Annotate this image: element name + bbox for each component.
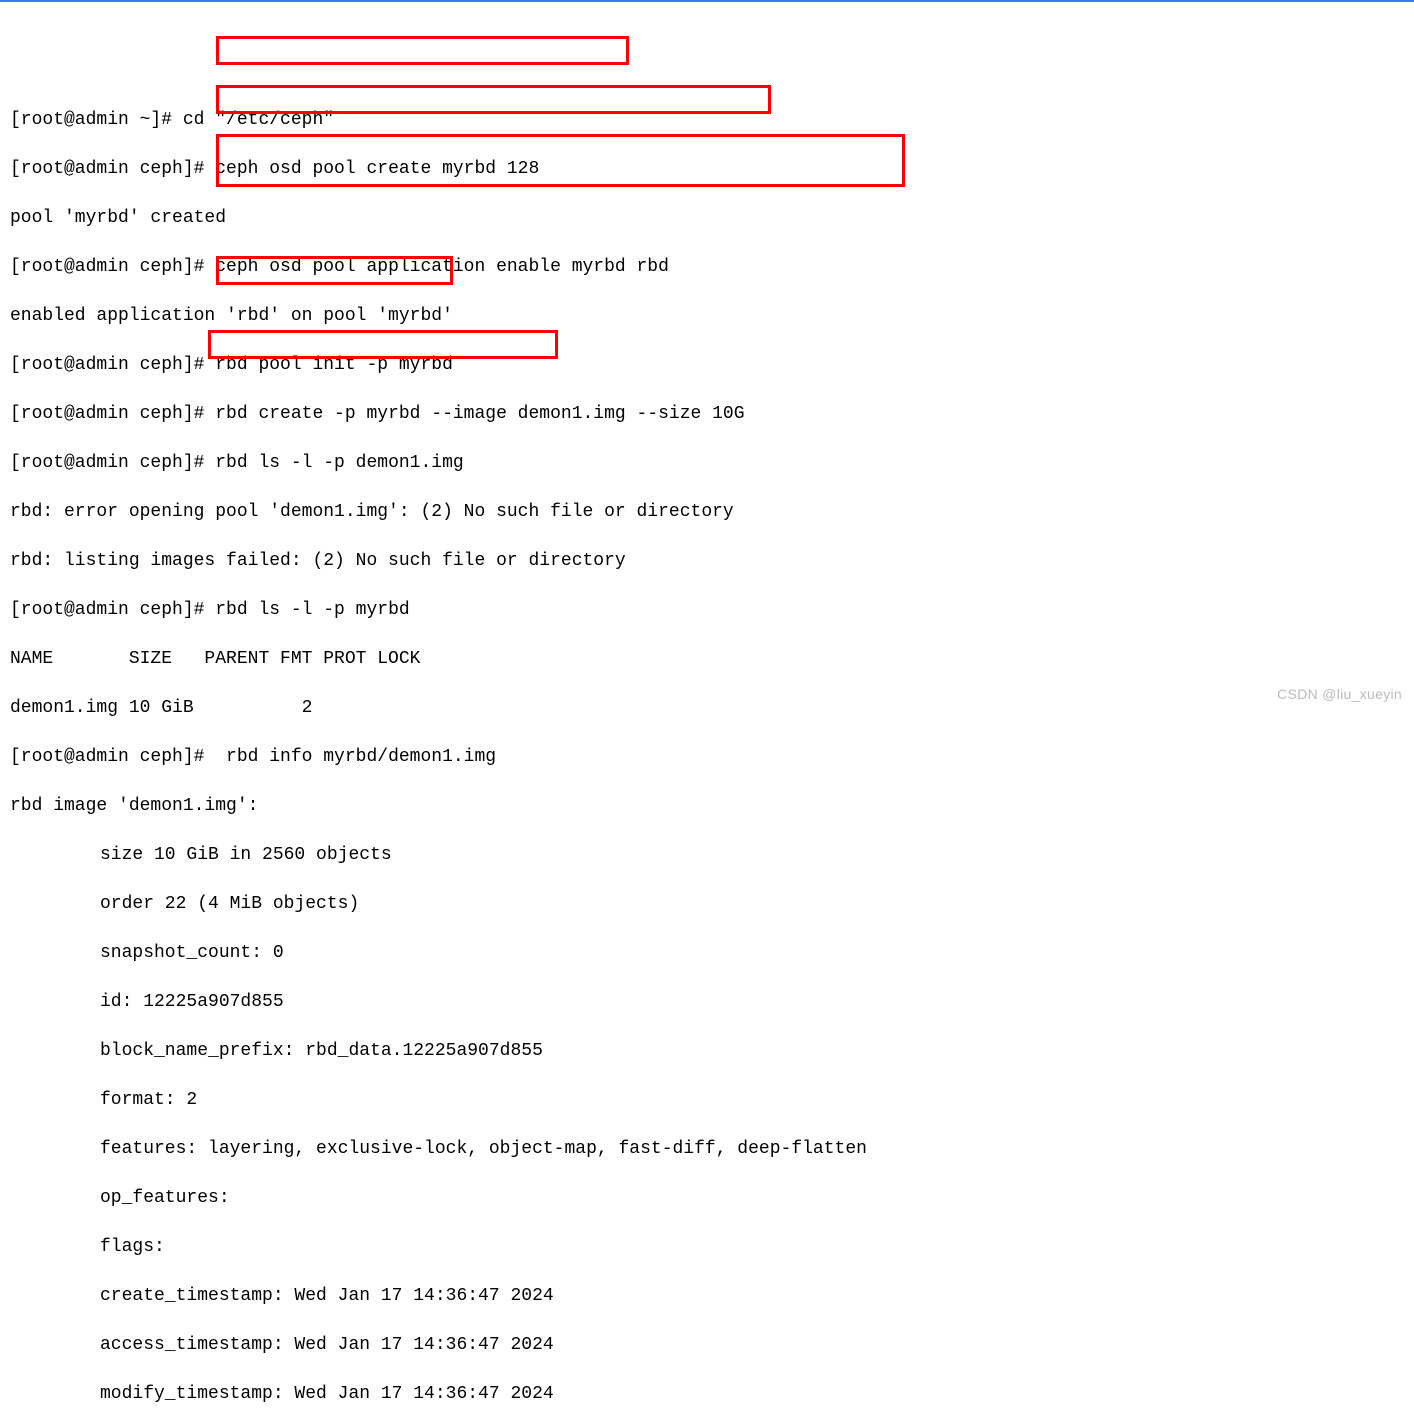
terminal-output: rbd: error opening pool 'demon1.img': (2… <box>10 500 1404 525</box>
info-line: create_timestamp: Wed Jan 17 14:36:47 20… <box>10 1284 1404 1309</box>
terminal-output: rbd image 'demon1.img': <box>10 794 1404 819</box>
watermark-text: CSDN @liu_xueyin <box>1277 682 1402 707</box>
table-header: NAME SIZE PARENT FMT PROT LOCK <box>10 647 1404 672</box>
command-text: cd "/etc/ceph" <box>183 110 334 130</box>
terminal-line: [root@admin ceph]# ceph osd pool create … <box>10 157 1404 182</box>
info-line: modify_timestamp: Wed Jan 17 14:36:47 20… <box>10 1382 1404 1407</box>
terminal-line: [root@admin ceph]# rbd info myrbd/demon1… <box>10 745 1404 770</box>
terminal-line: [root@admin ceph]# rbd pool init -p myrb… <box>10 353 1404 378</box>
info-line: block_name_prefix: rbd_data.12225a907d85… <box>10 1039 1404 1064</box>
prompt: [root@admin ceph]# <box>10 257 215 277</box>
prompt: [root@admin ceph]# <box>10 453 215 473</box>
command-text: rbd info myrbd/demon1.img <box>215 747 496 767</box>
terminal-output: pool 'myrbd' created <box>10 206 1404 231</box>
terminal-line: [root@admin ~]# cd "/etc/ceph" <box>10 108 1404 133</box>
command-text: rbd ls -l -p demon1.img <box>215 453 463 473</box>
prompt: [root@admin ~]# <box>10 110 183 130</box>
info-line: order 22 (4 MiB objects) <box>10 892 1404 917</box>
command-text: ceph osd pool create myrbd 128 <box>215 159 539 179</box>
command-text: rbd create -p myrbd --image demon1.img -… <box>215 404 744 424</box>
info-line: size 10 GiB in 2560 objects <box>10 843 1404 868</box>
info-line: features: layering, exclusive-lock, obje… <box>10 1137 1404 1162</box>
highlight-box <box>216 36 629 65</box>
command-text: rbd ls -l -p myrbd <box>215 600 409 620</box>
prompt: [root@admin ceph]# <box>10 159 215 179</box>
prompt: [root@admin ceph]# <box>10 355 215 375</box>
terminal-output: enabled application 'rbd' on pool 'myrbd… <box>10 304 1404 329</box>
table-row: demon1.img 10 GiB 2 <box>10 696 1404 721</box>
info-line: op_features: <box>10 1186 1404 1211</box>
terminal-output: rbd: listing images failed: (2) No such … <box>10 549 1404 574</box>
info-line: flags: <box>10 1235 1404 1260</box>
info-line: access_timestamp: Wed Jan 17 14:36:47 20… <box>10 1333 1404 1358</box>
command-text: rbd pool init -p myrbd <box>215 355 453 375</box>
info-line: snapshot_count: 0 <box>10 941 1404 966</box>
command-text: ceph osd pool application enable myrbd r… <box>215 257 669 277</box>
terminal-line: [root@admin ceph]# rbd create -p myrbd -… <box>10 402 1404 427</box>
terminal-line: [root@admin ceph]# rbd ls -l -p demon1.i… <box>10 451 1404 476</box>
info-line: format: 2 <box>10 1088 1404 1113</box>
info-line: id: 12225a907d855 <box>10 990 1404 1015</box>
terminal-line: [root@admin ceph]# rbd ls -l -p myrbd <box>10 598 1404 623</box>
prompt: [root@admin ceph]# <box>10 404 215 424</box>
prompt: [root@admin ceph]# <box>10 600 215 620</box>
prompt: [root@admin ceph]# <box>10 747 215 767</box>
terminal-line: [root@admin ceph]# ceph osd pool applica… <box>10 255 1404 280</box>
